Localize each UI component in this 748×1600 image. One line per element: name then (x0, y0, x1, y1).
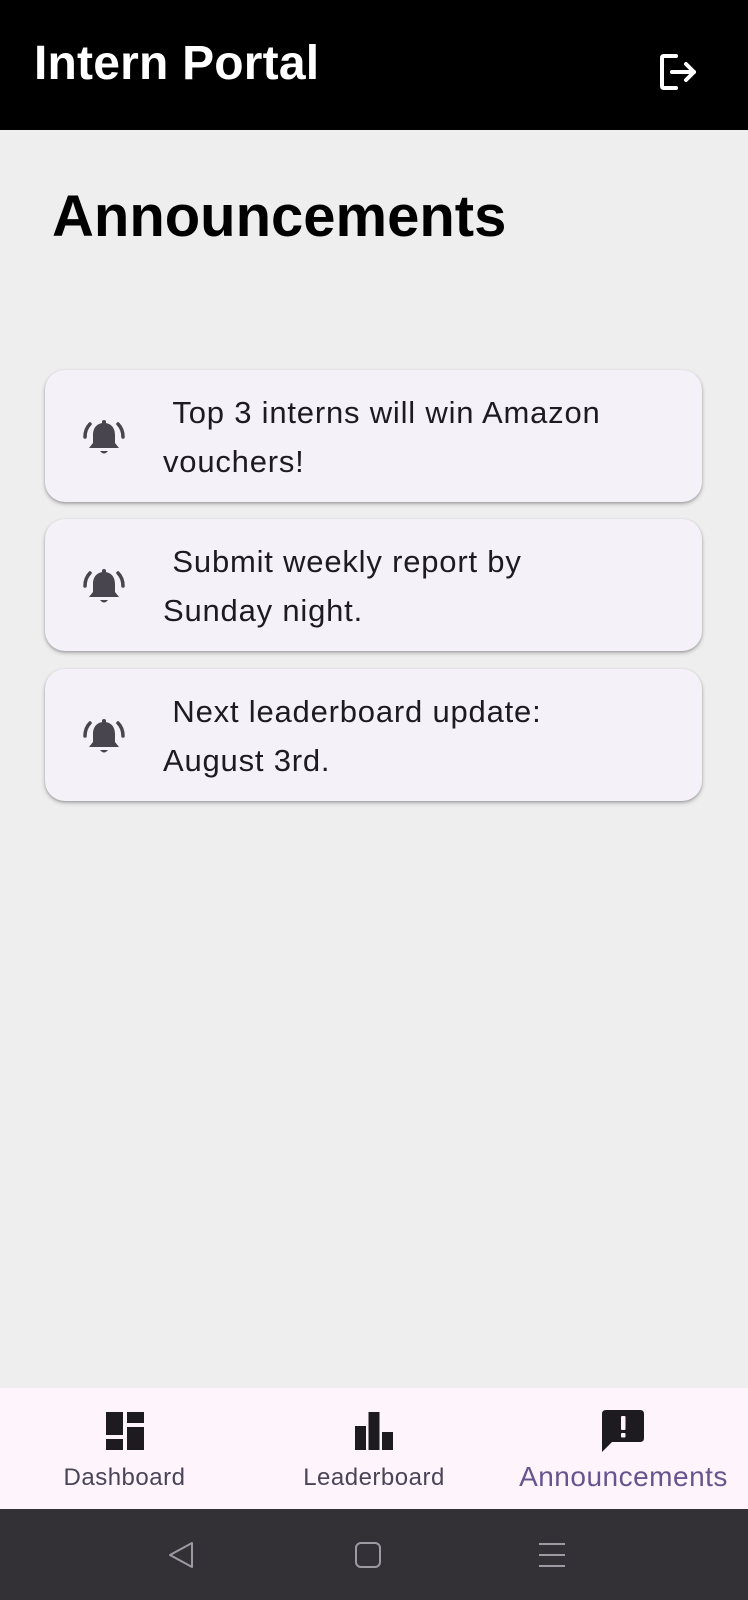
system-navigation-bar (0, 1509, 748, 1600)
menu-lines-icon (539, 1543, 565, 1567)
announcement-card[interactable]: Next leaderboard update: August 3rd. (45, 669, 702, 801)
app-title: Intern Portal (34, 37, 320, 90)
logout-icon (660, 54, 696, 90)
nav-label-leaderboard: Leaderboard (303, 1464, 445, 1491)
bell-ringing-icon (83, 420, 125, 454)
announcement-card[interactable]: Submit weekly report by Sunday night. (45, 519, 702, 651)
system-back-button[interactable] (164, 1537, 200, 1573)
announcement-text: Top 3 interns will win Amazon vouchers! (163, 395, 601, 479)
bar-chart-icon (355, 1412, 393, 1450)
logout-button[interactable] (654, 48, 702, 96)
nav-item-leaderboard[interactable]: Leaderboard (249, 1388, 499, 1509)
nav-item-dashboard[interactable]: Dashboard (0, 1388, 249, 1509)
nav-item-announcements[interactable]: Announcements (499, 1388, 748, 1509)
bell-ringing-icon (83, 569, 125, 603)
announcement-card[interactable]: Top 3 interns will win Amazon vouchers! (45, 370, 702, 502)
bell-ringing-icon (83, 719, 125, 753)
announcement-icon (602, 1410, 644, 1452)
back-triangle-icon (169, 1542, 193, 1568)
app-bar: Intern Portal (0, 0, 748, 130)
nav-label-announcements: Announcements (519, 1461, 728, 1492)
announcement-text: Next leaderboard update: August 3rd. (163, 694, 542, 778)
home-square-icon (355, 1542, 381, 1568)
system-menu-button[interactable] (534, 1537, 570, 1573)
nav-label-dashboard: Dashboard (63, 1464, 186, 1491)
page-title: Announcements (52, 184, 507, 249)
bottom-navigation: Dashboard Leaderboard Announcements (0, 1388, 748, 1509)
dashboard-icon (106, 1412, 144, 1450)
system-home-button[interactable] (350, 1537, 386, 1573)
announcement-text: Submit weekly report by Sunday night. (163, 544, 522, 628)
